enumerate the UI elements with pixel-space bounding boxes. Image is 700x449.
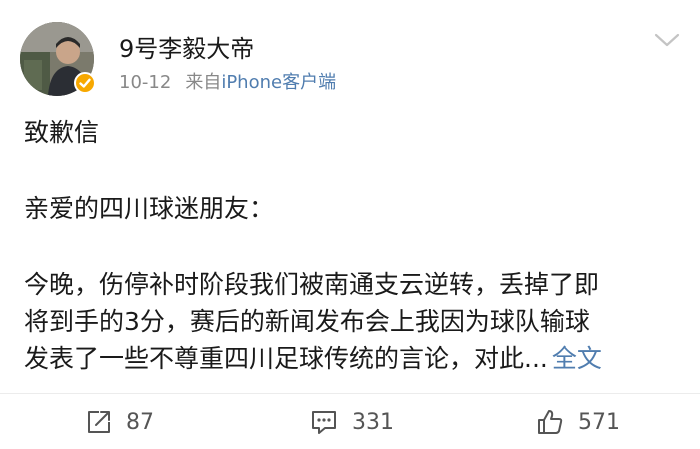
comment-icon xyxy=(312,411,336,434)
post-salutation: 亲爱的四川球迷朋友： xyxy=(24,194,275,223)
repost-count: 87 xyxy=(126,409,154,435)
post-body-line: 发表了一些不尊重四川足球传统的言论，对此... xyxy=(24,344,548,373)
verified-badge-icon xyxy=(74,72,96,94)
repost-button[interactable]: 87 xyxy=(86,408,154,436)
thumbs-up-icon xyxy=(538,410,563,434)
repost-icon xyxy=(88,411,110,433)
comment-count: 331 xyxy=(352,409,394,435)
source-prefix: 来自 xyxy=(185,72,222,93)
author-name[interactable]: 9号李毅大帝 xyxy=(119,29,254,64)
expand-full-text-link[interactable]: 全文 xyxy=(552,344,602,373)
chevron-down-icon[interactable] xyxy=(652,30,682,50)
post-date: 10-12 xyxy=(119,72,172,93)
post-body-line: 将到手的3分，赛后的新闻发布会上我因为球队输球 xyxy=(24,307,590,336)
post-body-line-last: 发表了一些不尊重四川足球传统的言论，对此... 全文 xyxy=(24,342,602,376)
comment-button[interactable]: 331 xyxy=(310,408,394,436)
post-title: 致歉信 xyxy=(24,118,100,147)
post-body-line: 今晚，伤停补时阶段我们被南通支云逆转，丢掉了即 xyxy=(24,270,600,299)
like-button[interactable]: 571 xyxy=(536,408,620,436)
post-source-link[interactable]: iPhone客户端 xyxy=(221,72,336,93)
like-count: 571 xyxy=(578,409,620,435)
action-bar: 87 331 571 xyxy=(0,394,700,449)
post-meta: 10-12 来自iPhone客户端 xyxy=(119,68,336,94)
